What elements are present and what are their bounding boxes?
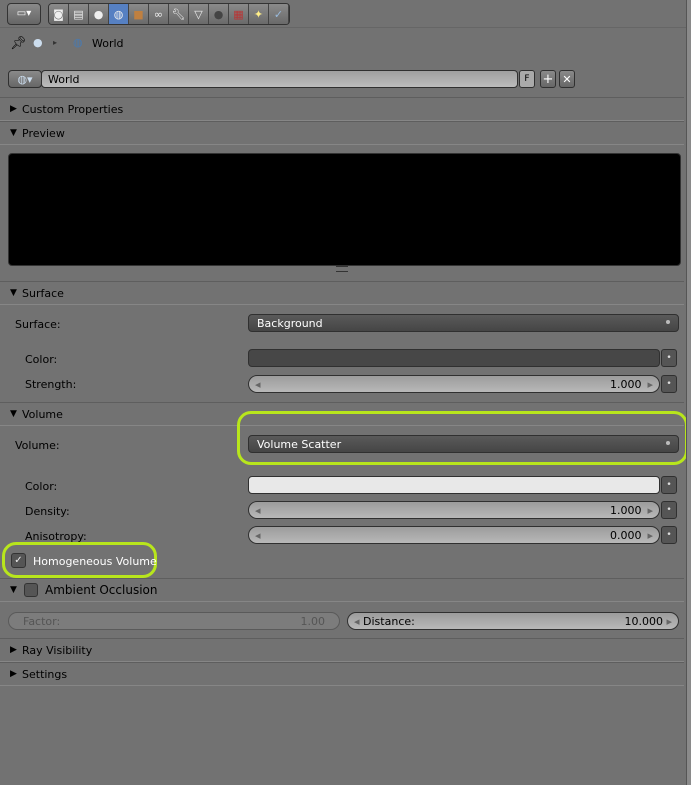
material-icon[interactable]: ●: [209, 4, 229, 24]
expand-icon: ▶: [10, 104, 17, 114]
panel-surface[interactable]: ▼ Surface: [0, 281, 684, 305]
volume-shader-menu[interactable]: Volume Scatter: [248, 435, 679, 453]
ao-distance-field[interactable]: ◂ Distance: 10.000 ▸: [347, 612, 679, 630]
color-link-button[interactable]: •: [661, 476, 677, 494]
collapse-icon: ▼: [10, 128, 17, 138]
surface-color-swatch[interactable]: [248, 349, 660, 367]
region-border: [686, 0, 691, 785]
strength-link-button[interactable]: •: [661, 375, 677, 393]
unlink-icon[interactable]: ✕: [559, 70, 575, 88]
data-icon[interactable]: ▽: [189, 4, 209, 24]
panel-title: Ambient Occlusion: [45, 583, 158, 597]
color-label: Color:: [25, 353, 58, 366]
collapse-icon: ▼: [10, 288, 17, 298]
world-name-input[interactable]: World: [41, 70, 518, 88]
anisotropy-field[interactable]: ◂ 0.000 ▸: [248, 526, 660, 544]
density-link-button[interactable]: •: [661, 501, 677, 519]
constraints-icon[interactable]: ∞: [149, 4, 169, 24]
scene-object-icon: ●: [33, 36, 43, 49]
world-browse-button[interactable]: ◍▾: [8, 70, 42, 88]
anisotropy-link-button[interactable]: •: [661, 526, 677, 544]
breadcrumb-item: World: [92, 37, 124, 50]
anisotropy-value: 0.000: [609, 528, 642, 542]
strength-label: Strength:: [25, 378, 77, 391]
surface-label: Surface:: [15, 318, 61, 331]
world-icon[interactable]: ◍: [109, 4, 129, 24]
panel-title: Surface: [22, 286, 64, 300]
density-label: Density:: [25, 505, 70, 518]
factor-label: Factor:: [23, 614, 61, 628]
physics-icon[interactable]: ✓: [269, 4, 289, 24]
panel-preview[interactable]: ▼ Preview: [0, 121, 684, 145]
texture-icon[interactable]: ▦: [229, 4, 249, 24]
homogeneous-volume-label: Homogeneous Volume: [33, 555, 157, 568]
pin-icon[interactable]: 📌︎: [10, 36, 27, 51]
editor-type-button[interactable]: ▭▾: [7, 3, 41, 25]
panel-custom-properties[interactable]: ▶ Custom Properties: [0, 97, 684, 121]
fake-user-button[interactable]: F: [519, 70, 535, 88]
strength-field[interactable]: ◂ 1.000 ▸: [248, 375, 660, 393]
panel-ambient-occlusion[interactable]: ▼ Ambient Occlusion: [0, 578, 684, 602]
object-icon[interactable]: ■: [129, 4, 149, 24]
modifiers-icon[interactable]: 🔧︎: [169, 4, 189, 24]
render-layers-icon[interactable]: ▤: [69, 4, 89, 24]
expand-icon: ▶: [10, 669, 17, 679]
color-label: Color:: [25, 480, 58, 493]
panel-title: Preview: [22, 126, 65, 140]
volume-label: Volume:: [15, 439, 60, 452]
ambient-occlusion-checkbox[interactable]: [24, 583, 38, 597]
world-icon: ◍: [73, 36, 83, 49]
factor-value: 1.00: [300, 614, 326, 628]
distance-label: Distance:: [363, 614, 415, 628]
render-icon[interactable]: ◙: [49, 4, 69, 24]
ao-factor-field[interactable]: Factor: 1.00: [8, 612, 340, 630]
panel-settings[interactable]: ▶ Settings: [0, 662, 684, 686]
expand-icon: ▶: [10, 645, 17, 655]
scene-icon[interactable]: ●: [89, 4, 109, 24]
panel-title: Custom Properties: [22, 102, 124, 116]
color-link-button[interactable]: •: [661, 349, 677, 367]
panel-title: Ray Visibility: [22, 643, 93, 657]
density-value: 1.000: [609, 503, 642, 517]
particles-icon[interactable]: ✦: [249, 4, 269, 24]
surface-shader-menu[interactable]: Background: [248, 314, 679, 332]
panel-title: Volume: [22, 407, 63, 421]
panel-title: Settings: [22, 667, 68, 681]
breadcrumb-arrow-icon: ▸: [53, 38, 58, 47]
panel-ray-visibility[interactable]: ▶ Ray Visibility: [0, 638, 684, 662]
collapse-icon: ▼: [10, 409, 17, 419]
preview-image: [8, 153, 681, 266]
density-field[interactable]: ◂ 1.000 ▸: [248, 501, 660, 519]
new-world-icon[interactable]: +: [540, 70, 556, 88]
surface-value: Background: [257, 316, 323, 330]
context-tabs: ◙ ▤ ● ◍ ■ ∞ 🔧︎ ▽ ● ▦ ✦ ✓: [48, 3, 290, 25]
resize-handle[interactable]: [336, 266, 348, 272]
collapse-icon: ▼: [10, 585, 17, 595]
volume-value: Volume Scatter: [257, 437, 342, 451]
homogeneous-volume-checkbox[interactable]: ✓: [11, 553, 26, 568]
strength-value: 1.000: [609, 377, 642, 391]
volume-color-swatch[interactable]: [248, 476, 660, 494]
distance-value: 10.000: [624, 614, 663, 628]
